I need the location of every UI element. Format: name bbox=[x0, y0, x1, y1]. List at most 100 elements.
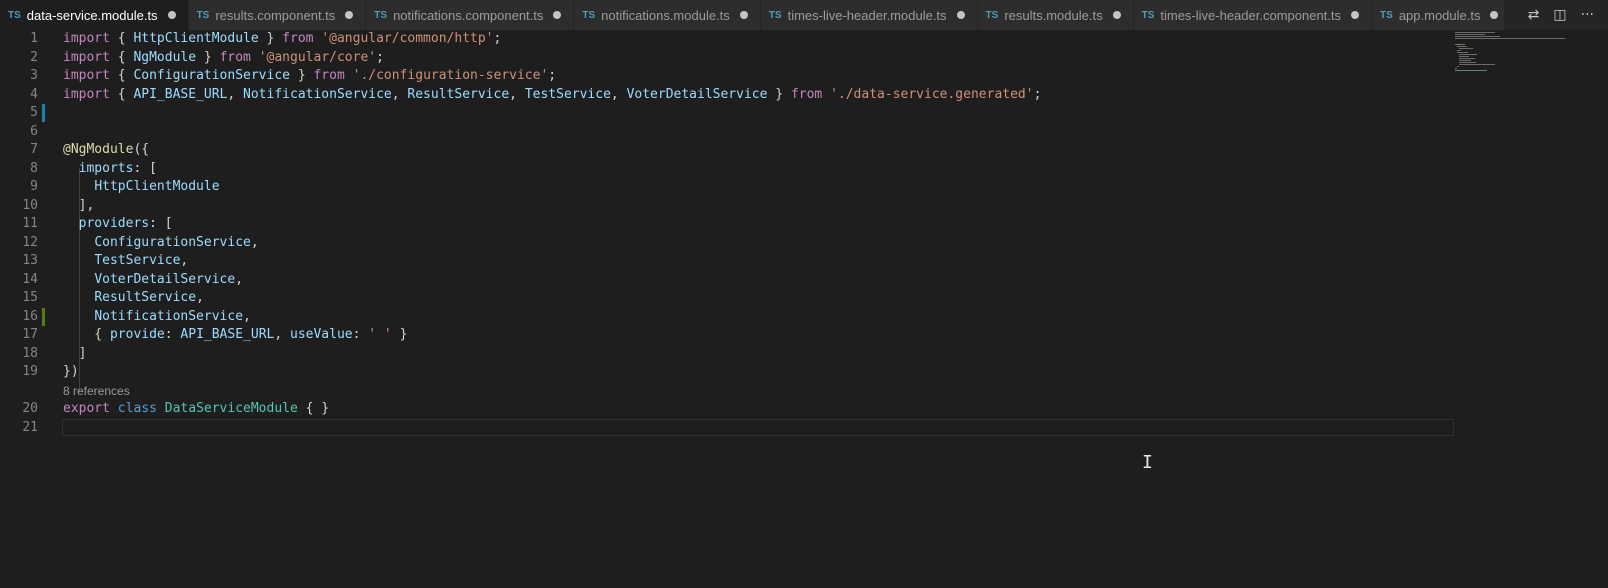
code-line: 12 ConfigurationService, bbox=[0, 234, 1490, 253]
code-line: 3 import { ConfigurationService } from '… bbox=[0, 67, 1490, 86]
line-number: 9 bbox=[30, 179, 38, 194]
code-text: ConfigurationService, bbox=[94, 234, 259, 250]
tab-app-module[interactable]: TS app.module.ts bbox=[1372, 0, 1512, 30]
line-number: 12 bbox=[22, 234, 38, 250]
code-text: VoterDetailService, bbox=[94, 271, 244, 287]
tab-data-service-module[interactable]: TS data-service.module.ts bbox=[0, 0, 189, 30]
unsaved-dot-icon[interactable] bbox=[1351, 11, 1360, 19]
unsaved-dot-icon[interactable] bbox=[167, 11, 176, 19]
code-text: ResultService, bbox=[94, 290, 204, 305]
code-line: 5 bbox=[0, 104, 1490, 123]
line-number: 1 bbox=[30, 31, 38, 46]
code-text: import { NgModule } from '@angular/core'… bbox=[63, 49, 384, 65]
code-line: 21 bbox=[0, 419, 1490, 438]
typescript-file-icon: TS bbox=[1141, 9, 1155, 21]
code-text: import { API_BASE_URL, NotificationServi… bbox=[63, 86, 1042, 102]
line-number: 16 bbox=[22, 308, 38, 324]
references-codelens[interactable]: 8 references bbox=[63, 384, 130, 398]
code-text: TestService, bbox=[94, 253, 189, 268]
code-line: 18 ] bbox=[0, 345, 1490, 364]
code-line: 16 NotificationService, bbox=[0, 308, 1490, 327]
tab-label: app.module.ts bbox=[1398, 7, 1481, 23]
code-text: import { ConfigurationService } from './… bbox=[63, 68, 557, 83]
line-number: 15 bbox=[22, 290, 38, 305]
line-number: 18 bbox=[22, 345, 38, 361]
editor-actions: ⇄ ◫ ··· bbox=[1504, 0, 1608, 30]
tab-label: results.module.ts bbox=[1004, 7, 1103, 23]
line-number: 8 bbox=[30, 160, 38, 176]
tab-notifications-module[interactable]: TS notifications.module.ts bbox=[574, 0, 761, 30]
code-line: 14 VoterDetailService, bbox=[0, 271, 1490, 290]
compare-changes-icon[interactable]: ⇄ bbox=[1528, 7, 1540, 23]
code-line: 4 import { API_BASE_URL, NotificationSer… bbox=[0, 86, 1490, 105]
code-editor[interactable]: 1 import { HttpClientModule } from '@ang… bbox=[0, 30, 1608, 588]
line-number: 4 bbox=[30, 86, 38, 102]
code-line: 9 HttpClientModule bbox=[0, 178, 1490, 197]
typescript-file-icon: TS bbox=[582, 9, 596, 21]
line-number: 11 bbox=[22, 216, 38, 231]
code-line: 19 }) bbox=[0, 363, 1490, 382]
tab-label: notifications.component.ts bbox=[393, 7, 544, 23]
more-actions-icon[interactable]: ··· bbox=[1581, 7, 1594, 23]
typescript-file-icon: TS bbox=[985, 9, 999, 21]
tab-times-live-header-component[interactable]: TS times-live-header.component.ts bbox=[1133, 0, 1373, 30]
code-line: 17 { provide: API_BASE_URL, useValue: ' … bbox=[0, 326, 1490, 345]
code-line: 13 TestService, bbox=[0, 252, 1490, 271]
line-number: 19 bbox=[22, 364, 38, 379]
code-text: ] bbox=[63, 345, 87, 361]
unsaved-dot-icon[interactable] bbox=[739, 11, 748, 19]
tab-times-live-header-module[interactable]: TS times-live-header.module.ts bbox=[760, 0, 978, 30]
typescript-file-icon: TS bbox=[8, 9, 21, 21]
code-text: NotificationService, bbox=[94, 308, 251, 324]
tab-label: times-live-header.component.ts bbox=[1160, 7, 1342, 23]
mouse-ibeam-icon: I bbox=[1142, 452, 1153, 473]
code-line: 7 @NgModule({ bbox=[0, 141, 1490, 160]
code-text: providers: [ bbox=[78, 216, 173, 231]
tab-notifications-component[interactable]: TS notifications.component.ts bbox=[366, 0, 575, 30]
typescript-file-icon: TS bbox=[1380, 9, 1393, 21]
code-text: HttpClientModule bbox=[94, 179, 220, 194]
line-number: 7 bbox=[30, 142, 38, 157]
line-number: 3 bbox=[30, 68, 38, 83]
code-text: imports: [ bbox=[78, 160, 157, 176]
tab-bar: TS data-service.module.ts TS results.com… bbox=[0, 0, 1608, 30]
tab-label: times-live-header.module.ts bbox=[787, 7, 947, 23]
code-text: @NgModule({ bbox=[63, 142, 150, 157]
code-line: 15 ResultService, bbox=[0, 289, 1490, 308]
minimap[interactable] bbox=[1452, 30, 1566, 90]
code-line: 20 export class DataServiceModule { } bbox=[0, 400, 1490, 419]
code-line: 1 import { HttpClientModule } from '@ang… bbox=[0, 30, 1490, 49]
code-text: import { HttpClientModule } from '@angul… bbox=[63, 31, 502, 46]
typescript-file-icon: TS bbox=[196, 9, 210, 21]
line-number: 21 bbox=[22, 419, 38, 435]
line-number: 20 bbox=[22, 401, 38, 416]
code-line: 8 imports: [ bbox=[0, 160, 1490, 179]
code-line: 11 providers: [ bbox=[0, 215, 1490, 234]
tab-results-component[interactable]: TS results.component.ts bbox=[188, 0, 367, 30]
unsaved-dot-icon[interactable] bbox=[345, 11, 354, 19]
typescript-file-icon: TS bbox=[374, 9, 388, 21]
tab-results-module[interactable]: TS results.module.ts bbox=[977, 0, 1134, 30]
line-number: 14 bbox=[22, 271, 38, 287]
tab-label: notifications.module.ts bbox=[601, 7, 730, 23]
unsaved-dot-icon[interactable] bbox=[956, 11, 965, 19]
unsaved-dot-icon[interactable] bbox=[1490, 11, 1499, 19]
code-line: 6 bbox=[0, 123, 1490, 142]
tab-label: results.component.ts bbox=[215, 7, 336, 23]
line-number: 5 bbox=[30, 105, 38, 120]
code-line: 2 import { NgModule } from '@angular/cor… bbox=[0, 49, 1490, 68]
code-text: ], bbox=[63, 197, 95, 213]
code-line: 10 ], bbox=[0, 197, 1490, 216]
line-number: 13 bbox=[22, 253, 38, 268]
unsaved-dot-icon[interactable] bbox=[553, 11, 562, 19]
split-editor-icon[interactable]: ◫ bbox=[1553, 7, 1566, 23]
line-number: 2 bbox=[30, 49, 38, 65]
code-text: export class DataServiceModule { } bbox=[63, 401, 330, 416]
line-number: 6 bbox=[30, 123, 38, 139]
unsaved-dot-icon[interactable] bbox=[1112, 11, 1121, 19]
code-text: { provide: API_BASE_URL, useValue: ' ' } bbox=[63, 327, 408, 342]
tab-label: data-service.module.ts bbox=[26, 7, 158, 23]
typescript-file-icon: TS bbox=[768, 9, 782, 21]
line-number: 10 bbox=[22, 197, 38, 213]
line-number: 17 bbox=[22, 327, 38, 342]
